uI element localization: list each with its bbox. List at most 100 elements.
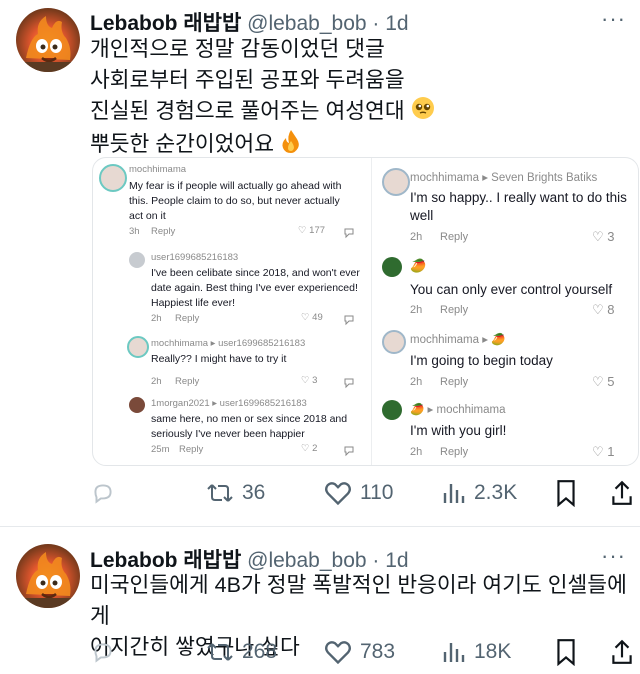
tweet[interactable]: Lebabob 래밥밥 @lebab_bob · 1d ··· 개인적으로 정말… — [0, 0, 640, 528]
tweet-text-line: 사회로부터 주입된 공포와 두려움을 — [90, 68, 405, 92]
timestamp[interactable]: 1d — [385, 549, 408, 572]
like-button[interactable]: 783 — [324, 636, 395, 668]
like-count[interactable]: ♡ 3 — [592, 229, 615, 245]
comment-text: You can only ever control yourself — [410, 282, 613, 297]
reply-link[interactable]: Reply — [440, 304, 468, 316]
views-button[interactable]: 2.3K — [442, 477, 517, 509]
tweet-text-line: 미국인들에게 4B가 정말 폭발적인 반응이라 여기도 인셀들에게 — [90, 573, 627, 628]
reply-button[interactable] — [90, 636, 124, 668]
reply-link[interactable]: Reply — [179, 444, 203, 455]
retweet-icon — [207, 643, 233, 661]
comment-time: 2h — [410, 304, 423, 316]
dislike-icon[interactable] — [343, 313, 355, 331]
tweet-text-line: 개인적으로 정말 감동이었던 댓글 — [90, 37, 385, 61]
comment-username: mochhimama — [129, 164, 187, 175]
like-count[interactable]: ♡ 49 — [301, 312, 323, 323]
tweet-text-line: 진실된 경험으로 풀어주는 여성연대 — [90, 99, 405, 124]
tweet-header: Lebabob 래밥밥 @lebab_bob · 1d — [90, 7, 409, 37]
bookmark-button[interactable] — [555, 636, 577, 668]
reply-link[interactable]: Reply — [175, 313, 199, 324]
heart-icon — [325, 641, 351, 665]
retweet-button[interactable]: 268 — [206, 636, 277, 668]
retweet-button[interactable]: 36 — [206, 477, 265, 509]
action-bar: 36 110 2.3K — [90, 477, 632, 509]
like-count[interactable]: ♡ 8 — [592, 302, 615, 318]
embedded-image[interactable]: mochhimama My fear is if people will act… — [92, 157, 639, 466]
dislike-icon[interactable] — [343, 444, 355, 462]
mango-emoji: 🥭 — [410, 258, 427, 273]
reply-button[interactable] — [90, 477, 124, 509]
share-icon — [612, 639, 632, 664]
share-button[interactable] — [610, 636, 634, 668]
avatar — [99, 164, 127, 192]
share-icon — [612, 480, 632, 505]
avatar — [127, 336, 149, 358]
bookmark-icon — [557, 480, 575, 507]
comment-username: mochhimama ▸ Seven Brights Batiks — [410, 172, 598, 184]
comment: 🥭 ▸ mochhimama I'm with you girl! 2h Rep… — [372, 396, 638, 465]
handle[interactable]: @lebab_bob — [247, 12, 366, 35]
comment-time: 2h — [410, 376, 423, 388]
comment: 1morgan2021 ▸ user1699685216183 same her… — [93, 392, 371, 465]
bookmark-icon — [557, 639, 575, 666]
comment: mochhimama My fear is if people will act… — [93, 158, 371, 242]
like-count[interactable]: ♡ 5 — [592, 374, 615, 390]
comment-text: Really?? I might have to try it — [151, 353, 287, 365]
reply-icon — [94, 643, 112, 663]
share-button[interactable] — [610, 477, 634, 509]
display-name[interactable]: Lebabob 래밥밥 — [90, 549, 241, 572]
bookmark-button[interactable] — [555, 477, 577, 509]
reply-link[interactable]: Reply — [440, 231, 468, 243]
reply-link[interactable]: Reply — [175, 376, 199, 387]
comment-time: 2h — [410, 446, 423, 458]
retweet-icon — [207, 484, 233, 502]
reply-icon — [94, 484, 112, 504]
comment-time: 2h — [410, 231, 423, 243]
avatar — [129, 252, 145, 268]
tweet[interactable]: Lebabob 래밥밥 @lebab_bob · 1d ··· 미국인들에게 4… — [0, 528, 640, 674]
comment-text: My fear is if people will actually go ah… — [129, 180, 342, 222]
reply-link[interactable]: Reply — [440, 446, 468, 458]
heart-icon — [325, 482, 351, 506]
like-count[interactable]: ♡ 3 — [301, 375, 317, 386]
avatar — [129, 397, 145, 413]
action-bar: 268 783 18K — [90, 636, 632, 668]
comment-time: 2h — [151, 376, 162, 387]
separator: · — [372, 12, 380, 35]
comment: mochhimama ▸ Seven Brights Batiks I'm so… — [372, 158, 638, 248]
comment-time: 2h — [151, 313, 162, 324]
comment-username: 🥭 ▸ mochhimama — [410, 404, 506, 416]
display-name[interactable]: Lebabob 래밥밥 — [90, 12, 241, 35]
comment: mochhimama ▸ user1699685216183 Really?? … — [93, 332, 371, 392]
comment-text: I'm so happy.. I really want to do this … — [410, 190, 627, 223]
like-count[interactable]: ♡ 2 — [301, 443, 317, 454]
comment-username: 1morgan2021 ▸ user1699685216183 — [151, 398, 307, 409]
comment-time: 3h — [129, 226, 140, 237]
comment-username: mochhimama ▸ 🥭 — [410, 334, 506, 346]
views-icon — [443, 643, 465, 662]
comment-time: 25m — [151, 444, 170, 455]
reply-link[interactable]: Reply — [151, 226, 175, 237]
tweet-divider — [0, 526, 640, 527]
reply-link[interactable]: Reply — [440, 376, 468, 388]
timestamp[interactable]: 1d — [385, 12, 408, 35]
avatar[interactable] — [16, 544, 80, 608]
avatar — [382, 168, 410, 196]
comment-username: user1699685216183 — [151, 252, 239, 263]
more-options-icon[interactable]: ··· — [601, 543, 626, 569]
tweet-text: 개인적으로 정말 감동이었던 댓글 사회로부터 주입된 공포와 두려움을 진실된… — [90, 34, 630, 162]
like-count[interactable]: ♡ 177 — [298, 225, 325, 236]
comment-text: I'm going to begin today — [410, 353, 553, 368]
dislike-icon[interactable] — [343, 226, 355, 244]
like-count[interactable]: ♡ 1 — [592, 444, 615, 460]
avatar[interactable] — [16, 8, 80, 72]
handle[interactable]: @lebab_bob — [247, 549, 366, 572]
comment-username: mochhimama ▸ user1699685216183 — [151, 338, 306, 349]
more-options-icon[interactable]: ··· — [601, 6, 626, 32]
comment-text: same here, no men or sex since 2018 and … — [151, 413, 348, 440]
like-button[interactable]: 110 — [324, 477, 393, 509]
views-button[interactable]: 18K — [442, 636, 511, 668]
separator: · — [372, 549, 380, 572]
comment: 🥭 You can only ever control yourself 2h … — [372, 253, 638, 323]
comment: user1699685216183 I've been celibate sin… — [93, 246, 371, 332]
